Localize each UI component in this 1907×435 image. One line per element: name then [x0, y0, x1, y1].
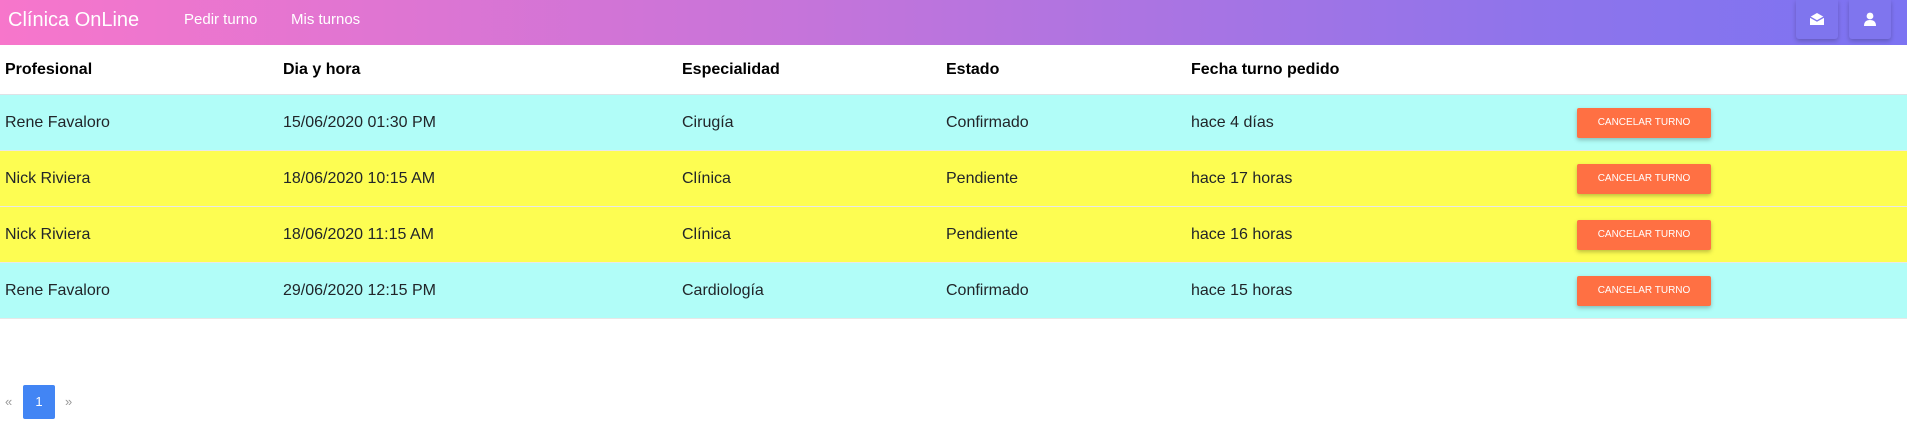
table-row: Nick Riviera 18/06/2020 10:15 AM Clínica… — [0, 150, 1907, 207]
header-estado: Estado — [941, 45, 1186, 95]
cell-action: CANCELAR TURNO — [1575, 94, 1907, 151]
brand-logo[interactable]: Clínica OnLine — [8, 9, 139, 32]
cell-especialidad: Cardiología — [677, 262, 941, 319]
pagination-page-1[interactable]: 1 — [23, 385, 55, 419]
nav-link-pedir-turno[interactable]: Pedir turno — [184, 11, 257, 28]
cell-action: CANCELAR TURNO — [1575, 206, 1907, 263]
cell-profesional: Rene Favaloro — [0, 94, 278, 151]
turnos-table: Profesional Dia y hora Especialidad Esta… — [0, 45, 1907, 319]
header-profesional: Profesional — [0, 45, 278, 95]
pagination-prev[interactable]: « — [5, 394, 12, 409]
cell-estado: Confirmado — [941, 262, 1186, 319]
top-navbar: Clínica OnLine Pedir turno Mis turnos — [0, 0, 1907, 45]
cell-fecha-pedido: hace 17 horas — [1186, 150, 1575, 207]
header-especialidad: Especialidad — [677, 45, 941, 95]
table-header-row: Profesional Dia y hora Especialidad Esta… — [0, 45, 1907, 95]
cell-action: CANCELAR TURNO — [1575, 262, 1907, 319]
table-row: Rene Favaloro 29/06/2020 12:15 PM Cardio… — [0, 262, 1907, 319]
cell-dia-hora: 29/06/2020 12:15 PM — [278, 262, 677, 319]
table-row: Nick Riviera 18/06/2020 11:15 AM Clínica… — [0, 206, 1907, 263]
cell-especialidad: Cirugía — [677, 94, 941, 151]
cell-dia-hora: 18/06/2020 10:15 AM — [278, 150, 677, 207]
cell-profesional: Rene Favaloro — [0, 262, 278, 319]
cell-estado: Confirmado — [941, 94, 1186, 151]
cell-dia-hora: 15/06/2020 01:30 PM — [278, 94, 677, 151]
cancelar-turno-button[interactable]: CANCELAR TURNO — [1577, 107, 1711, 138]
cell-fecha-pedido: hace 16 horas — [1186, 206, 1575, 263]
cancelar-turno-button[interactable]: CANCELAR TURNO — [1577, 219, 1711, 250]
header-dia-hora: Dia y hora — [278, 45, 677, 95]
header-fecha-turno-pedido: Fecha turno pedido — [1186, 45, 1575, 95]
cancelar-turno-button[interactable]: CANCELAR TURNO — [1577, 275, 1711, 306]
pagination-next[interactable]: » — [65, 394, 72, 409]
cell-estado: Pendiente — [941, 206, 1186, 263]
header-actions — [1575, 45, 1907, 95]
cell-profesional: Nick Riviera — [0, 150, 278, 207]
cell-estado: Pendiente — [941, 150, 1186, 207]
cell-dia-hora: 18/06/2020 11:15 AM — [278, 206, 677, 263]
nav-link-mis-turnos[interactable]: Mis turnos — [291, 11, 360, 28]
user-icon — [1864, 12, 1876, 26]
mail-icon — [1809, 13, 1825, 25]
cell-action: CANCELAR TURNO — [1575, 150, 1907, 207]
cancelar-turno-button[interactable]: CANCELAR TURNO — [1577, 163, 1711, 194]
mail-button[interactable] — [1796, 0, 1838, 39]
cell-especialidad: Clínica — [677, 206, 941, 263]
cell-especialidad: Clínica — [677, 150, 941, 207]
cell-profesional: Nick Riviera — [0, 206, 278, 263]
cell-fecha-pedido: hace 4 días — [1186, 94, 1575, 151]
table-row: Rene Favaloro 15/06/2020 01:30 PM Cirugí… — [0, 94, 1907, 151]
cell-fecha-pedido: hace 15 horas — [1186, 262, 1575, 319]
user-button[interactable] — [1849, 0, 1891, 39]
